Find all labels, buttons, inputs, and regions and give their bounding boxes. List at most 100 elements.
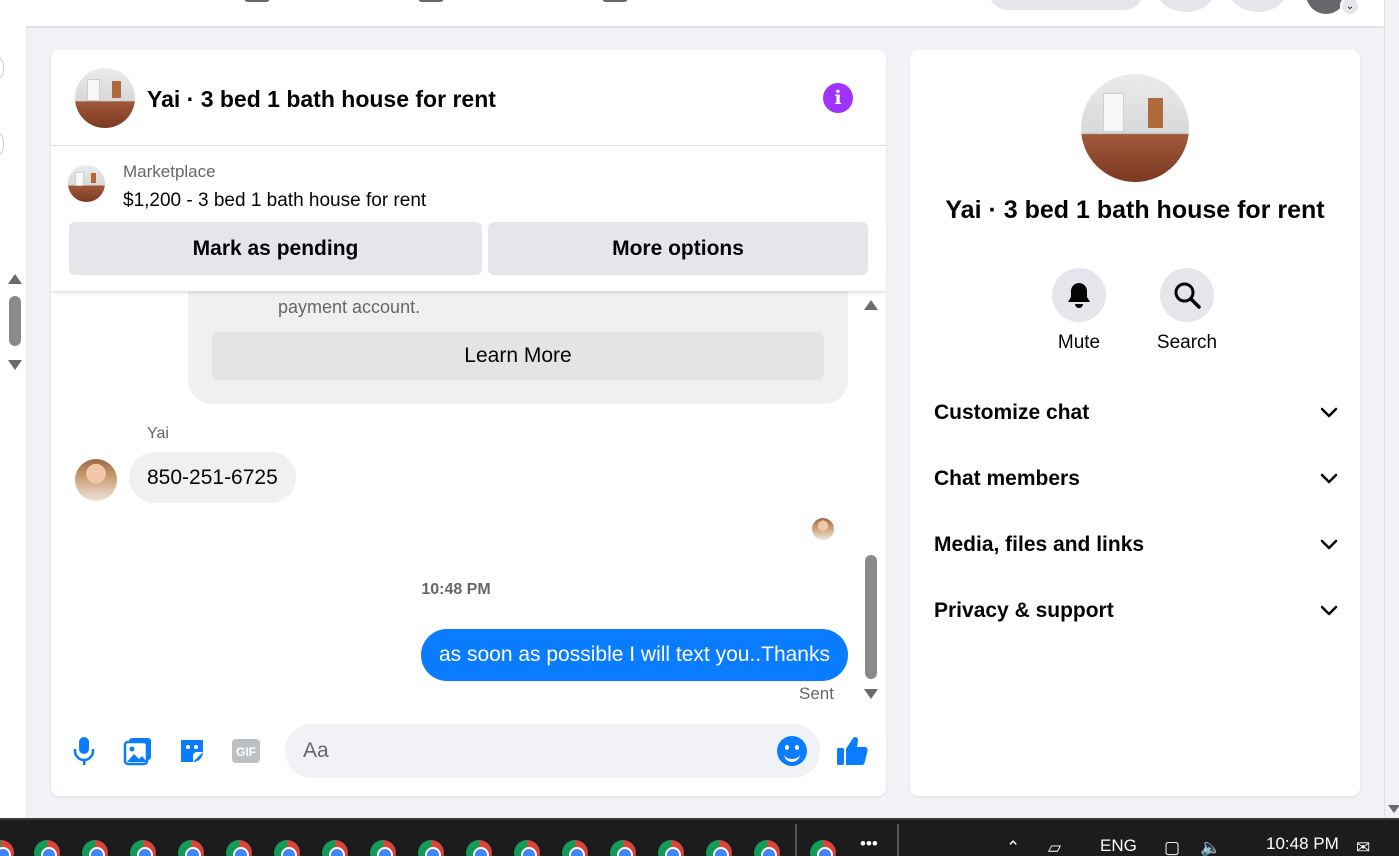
browser-app-icon[interactable] [0,840,14,856]
video-icon[interactable] [418,0,444,2]
sent-status: Sent [799,684,834,703]
home-icon[interactable] [244,0,270,2]
svg-text:GIF: GIF [236,745,256,759]
card-text: payment account. [278,297,421,317]
menu-button[interactable] [1158,0,1214,12]
message-input[interactable] [285,724,820,778]
browser-app-icon[interactable] [274,840,300,856]
scroll-down-arrow[interactable] [8,360,22,370]
taskbar-divider [897,824,899,856]
gif-icon[interactable]: GIF [228,735,264,767]
chevron-down-icon[interactable] [1320,407,1338,419]
language-indicator[interactable]: ENG [1100,836,1137,856]
messenger-button[interactable] [1230,0,1286,12]
info-icon[interactable]: i [823,83,853,113]
customize-chat-section[interactable]: Customize chat [934,393,1338,433]
listing-avatar[interactable] [75,68,135,128]
microphone-icon[interactable] [66,735,102,767]
chat-panel: Yai · 3 bed 1 bath house for rent i Mark… [51,50,886,796]
message-composer: GIF [51,721,886,796]
sticker-icon[interactable] [174,735,210,767]
info-card: payment account. Learn More [188,291,848,404]
browser-app-icon[interactable] [130,840,156,856]
shortcut-item[interactable] [0,54,4,82]
browser-app-icon[interactable] [658,840,684,856]
section-label: Media, files and links [934,533,1145,556]
marketplace-icon[interactable] [602,0,628,2]
system-clock[interactable]: 10:48 PM [1266,834,1339,854]
scrollbar-thumb[interactable] [9,296,21,346]
scrollbar-thumb[interactable] [865,555,877,679]
left-rail [0,26,27,818]
browser-app-icon[interactable] [34,840,60,856]
media-files-links-section[interactable]: Media, files and links [934,525,1338,565]
section-label: Chat members [934,467,1080,490]
privacy-support-section[interactable]: Privacy & support [934,591,1338,631]
chat-header: Yai · 3 bed 1 bath house for rent i [51,50,886,146]
more-options-button[interactable]: More options [488,222,868,275]
scroll-up-arrow[interactable] [8,274,22,284]
display-icon[interactable]: ▢ [1164,838,1180,856]
bell-icon[interactable] [1052,268,1106,322]
sender-avatar[interactable] [75,459,117,501]
listing-kicker: Marketplace [123,162,216,181]
chevron-down-icon[interactable] [1320,605,1338,617]
conversation-details-panel: Yai · 3 bed 1 bath house for rent Mute S… [910,50,1360,796]
mute-action[interactable]: Mute [1034,268,1124,354]
chat-members-section[interactable]: Chat members [934,459,1338,499]
search-icon[interactable] [1160,268,1214,322]
photo-icon[interactable] [120,735,156,767]
browser-app-icon[interactable] [418,840,444,856]
mute-label: Mute [1057,332,1101,353]
taskbar-divider [795,824,797,856]
chevron-up-icon[interactable]: ⌃ [1006,838,1020,856]
incoming-message-bubble[interactable]: 850-251-6725 [129,452,296,503]
create-button[interactable] [988,0,1144,10]
browser-app-icon[interactable] [178,840,204,856]
top-navigation-bar: ⌄ [0,0,1384,26]
mark-as-pending-button[interactable]: Mark as pending [69,222,482,275]
network-icon[interactable]: ▱ [1048,838,1061,856]
browser-app-icon[interactable] [322,840,348,856]
search-action[interactable]: Search [1142,268,1232,354]
browser-app-icon[interactable] [82,840,108,856]
listing-title[interactable]: $1,200 - 3 bed 1 bath house for rent [123,190,426,212]
listing-thumbnail[interactable] [68,165,105,202]
more-apps-icon[interactable]: ••• [860,834,878,854]
browser-app-icon[interactable] [226,840,252,856]
browser-app-icon[interactable] [370,840,396,856]
browser-app-icon[interactable] [562,840,588,856]
thumbs-up-icon[interactable] [834,735,870,767]
notification-icon[interactable]: ✉ [1356,838,1370,856]
conversation-title: Yai · 3 bed 1 bath house for rent [945,196,1325,224]
read-receipt-avatar [812,518,834,540]
shortcut-item[interactable] [0,130,4,158]
search-label: Search [1156,332,1218,353]
chat-title[interactable]: Yai · 3 bed 1 bath house for rent [147,86,496,113]
scroll-down-arrow[interactable] [1388,805,1399,813]
marketplace-listing-banner: Marketplace $1,200 - 3 bed 1 bath house … [51,146,886,291]
outgoing-message-bubble[interactable]: as soon as possible I will text you..Tha… [420,629,848,681]
browser-app-icon[interactable] [610,840,636,856]
scroll-up-arrow[interactable] [864,300,878,310]
sender-name: Yai [147,425,169,442]
section-label: Customize chat [934,401,1090,424]
message-list: payment account. Learn More Yai 850-251-… [51,291,886,721]
chevron-down-icon[interactable] [1320,539,1338,551]
chevron-down-icon[interactable]: ⌄ [1340,0,1360,16]
windows-taskbar: ••• ⌃ ▱ ENG ▢ 🔈 10:48 PM ✉ [0,818,1399,856]
learn-more-button[interactable]: Learn More [212,332,824,380]
message-timestamp: 10:48 PM [421,581,491,598]
emoji-icon[interactable] [777,736,807,766]
chevron-down-icon[interactable] [1320,473,1338,485]
conversation-avatar[interactable] [1081,74,1189,182]
browser-app-icon[interactable] [514,840,540,856]
browser-app-icon[interactable] [810,840,836,856]
browser-app-icon[interactable] [754,840,780,856]
page-scrollbar[interactable] [1384,0,1399,818]
browser-app-icon[interactable] [706,840,732,856]
volume-icon[interactable]: 🔈 [1200,838,1221,856]
section-label: Privacy & support [934,599,1114,622]
browser-app-icon[interactable] [466,840,492,856]
scroll-down-arrow[interactable] [864,689,878,699]
